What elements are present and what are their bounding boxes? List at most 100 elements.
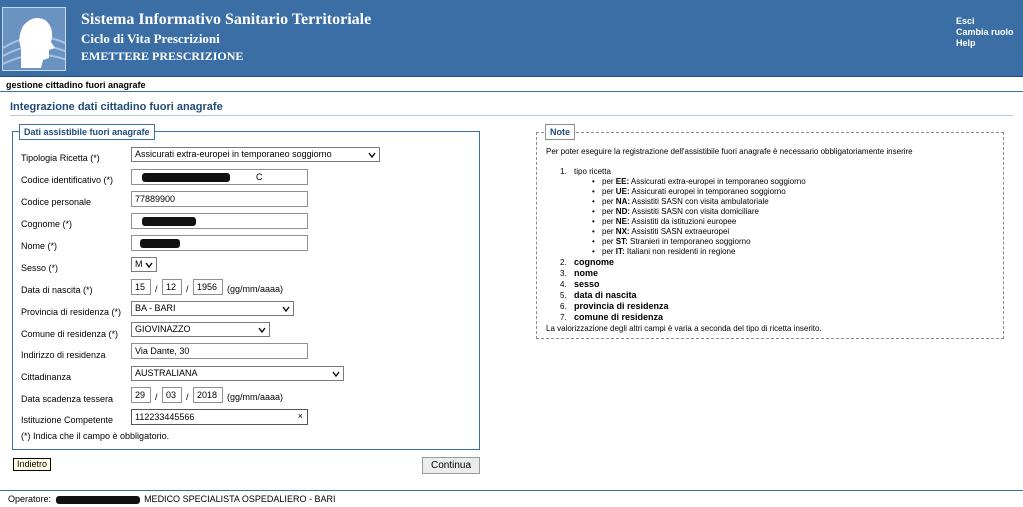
cittadinanza-label: Cittadinanza: [21, 372, 72, 382]
nome-input[interactable]: [131, 235, 308, 251]
list-item-label: comune di residenza: [574, 312, 664, 322]
list-item-num: 5.: [560, 291, 567, 300]
continue-button[interactable]: Continua: [422, 457, 480, 474]
chevron-down-icon: [368, 152, 376, 159]
app-header: Sistema Informativo Sanitario Territoria…: [0, 0, 1023, 77]
scadenza-month-input[interactable]: 03: [162, 387, 182, 403]
indirizzo-input[interactable]: Via Dante, 30: [131, 343, 308, 359]
sub-text: Stranieri in temporaneo soggiorno: [630, 237, 751, 246]
list-item: 2. cognome: [560, 257, 806, 268]
redacted-mark: [142, 217, 196, 226]
sub-prefix: per: [602, 187, 614, 196]
list-item-label: sesso: [574, 279, 600, 289]
istituzione-input[interactable]: 112233445566 ×: [131, 409, 308, 425]
list-item-num: 7.: [560, 313, 567, 322]
page-title: Integrazione dati cittadino fuori anagra…: [10, 101, 223, 113]
app-subtitle: Ciclo di Vita Prescrizioni: [81, 31, 220, 46]
codice-pers-label: Codice personale: [21, 197, 92, 207]
list-item-num: 2.: [560, 258, 567, 267]
sub-prefix: per: [602, 177, 614, 186]
list-item: 3. nome: [560, 268, 806, 279]
nascita-day-input[interactable]: 15: [131, 279, 151, 295]
list-item-num: 4.: [560, 280, 567, 289]
breadcrumb: gestione cittadino fuori anagrafe: [0, 78, 1023, 92]
indirizzo-label: Indirizzo di residenza: [21, 350, 106, 360]
logo: [2, 7, 66, 71]
nascita-year-input[interactable]: 1956: [193, 279, 223, 295]
scadenza-day-input[interactable]: 29: [131, 387, 151, 403]
sub-code: NA:: [615, 197, 631, 206]
header-links: Esci Cambia ruolo Help: [956, 16, 1014, 49]
sub-code: UE:: [615, 187, 630, 196]
change-role-link[interactable]: Cambia ruolo: [956, 27, 1014, 38]
list-item-label: data di nascita: [574, 290, 637, 300]
tipologia-value: Assicurati extra-europei in temporaneo s…: [135, 149, 332, 159]
istituzione-value: 112233445566: [135, 412, 195, 422]
sub-list-item: • per EE: Assicurati extra-europei in tem…: [592, 177, 806, 186]
clear-icon[interactable]: ×: [298, 411, 303, 421]
scadenza-month-value: 03: [166, 390, 177, 400]
nascita-month-input[interactable]: 12: [162, 279, 182, 295]
sub-code: NE:: [615, 217, 630, 226]
list-item-num: 3.: [560, 269, 567, 278]
sub-prefix: per: [602, 237, 614, 246]
redacted-mark: [142, 173, 230, 182]
nascita-year-value: 1956: [197, 282, 218, 292]
scadenza-label: Data scadenza tessera: [21, 394, 114, 404]
sub-text: Assicurati extra-europei in temporaneo s…: [630, 177, 806, 186]
chevron-down-icon: [258, 327, 266, 334]
nascita-day-value: 15: [135, 282, 146, 292]
sub-prefix: per: [602, 247, 614, 256]
exit-link[interactable]: Esci: [956, 16, 1014, 27]
codice-id-label: Codice identificativo (*): [21, 175, 114, 185]
sub-list-item: • per ND: Assistiti SASN con visita domic…: [592, 207, 759, 216]
back-button[interactable]: Indietro: [13, 458, 52, 471]
sub-prefix: per: [602, 217, 614, 226]
sub-code: ST:: [615, 237, 628, 246]
comune-select[interactable]: GIOVINAZZO: [131, 322, 270, 337]
provincia-value: BA - BARI: [135, 303, 176, 313]
operator-role: MEDICO SPECIALISTA OSPEDALIERO - BARI: [144, 494, 336, 504]
help-link[interactable]: Help: [956, 38, 1014, 49]
sub-code: EE:: [615, 177, 630, 186]
list-item-label: provincia di residenza: [574, 301, 669, 311]
list-item: 4. sesso: [560, 279, 806, 290]
app-title: Sistema Informativo Sanitario Territoria…: [81, 11, 372, 28]
status-footer: Operatore: MEDICO SPECIALISTA OSPEDALIER…: [0, 490, 1023, 507]
logo-head-icon: [3, 8, 65, 70]
provincia-select[interactable]: BA - BARI: [131, 301, 294, 316]
date-separator: /: [186, 392, 189, 402]
list-item-num: 6.: [560, 302, 567, 311]
tipologia-select[interactable]: Assicurati extra-europei in temporaneo s…: [131, 147, 380, 162]
codice-id-tail: C: [256, 172, 263, 182]
codice-pers-input[interactable]: 77889900: [131, 191, 308, 207]
list-item: 6. provincia di residenza: [560, 301, 806, 312]
sub-code: IT:: [615, 247, 625, 256]
sub-text: Assistiti da istituzioni europee: [631, 217, 737, 226]
sesso-select[interactable]: M: [131, 257, 157, 272]
codice-id-input[interactable]: C: [131, 169, 308, 185]
cognome-input[interactable]: [131, 213, 308, 229]
tipologia-label: Tipologia Ricetta (*): [21, 153, 100, 163]
provincia-label: Provincia di residenza (*): [21, 307, 122, 317]
chevron-down-icon: [145, 262, 153, 269]
sub-list-item: • per NE: Assistiti da istituzioni europe…: [592, 217, 737, 226]
cittadinanza-select[interactable]: AUSTRALIANA: [131, 366, 344, 381]
sub-list-item: • per NX: Assistiti SASN extraeuropei: [592, 227, 730, 236]
comune-value: GIOVINAZZO: [135, 324, 191, 334]
nascita-month-value: 12: [166, 282, 177, 292]
notes-outro: La valorizzazione degli altri campi è va…: [546, 324, 822, 333]
patient-form-legend: Dati assistibile fuori anagrafe: [19, 124, 155, 140]
date-separator: /: [155, 284, 158, 294]
notes-list: 1. tipo ricetta • per EE: Assicurati extra…: [560, 167, 806, 323]
sesso-value: M: [135, 259, 143, 269]
scadenza-year-value: 2018: [197, 390, 218, 400]
nome-label: Nome (*): [21, 241, 58, 251]
nascita-label: Data di nascita (*): [21, 285, 93, 295]
list-item-num: 1.: [560, 167, 567, 176]
sub-list-item: • per UE: Assicurati europei in temporane…: [592, 187, 786, 196]
indirizzo-value: Via Dante, 30: [135, 346, 190, 356]
scadenza-year-input[interactable]: 2018: [193, 387, 223, 403]
app-section: EMETTERE PRESCRIZIONE: [81, 49, 244, 63]
list-item: 5. data di nascita: [560, 290, 806, 301]
